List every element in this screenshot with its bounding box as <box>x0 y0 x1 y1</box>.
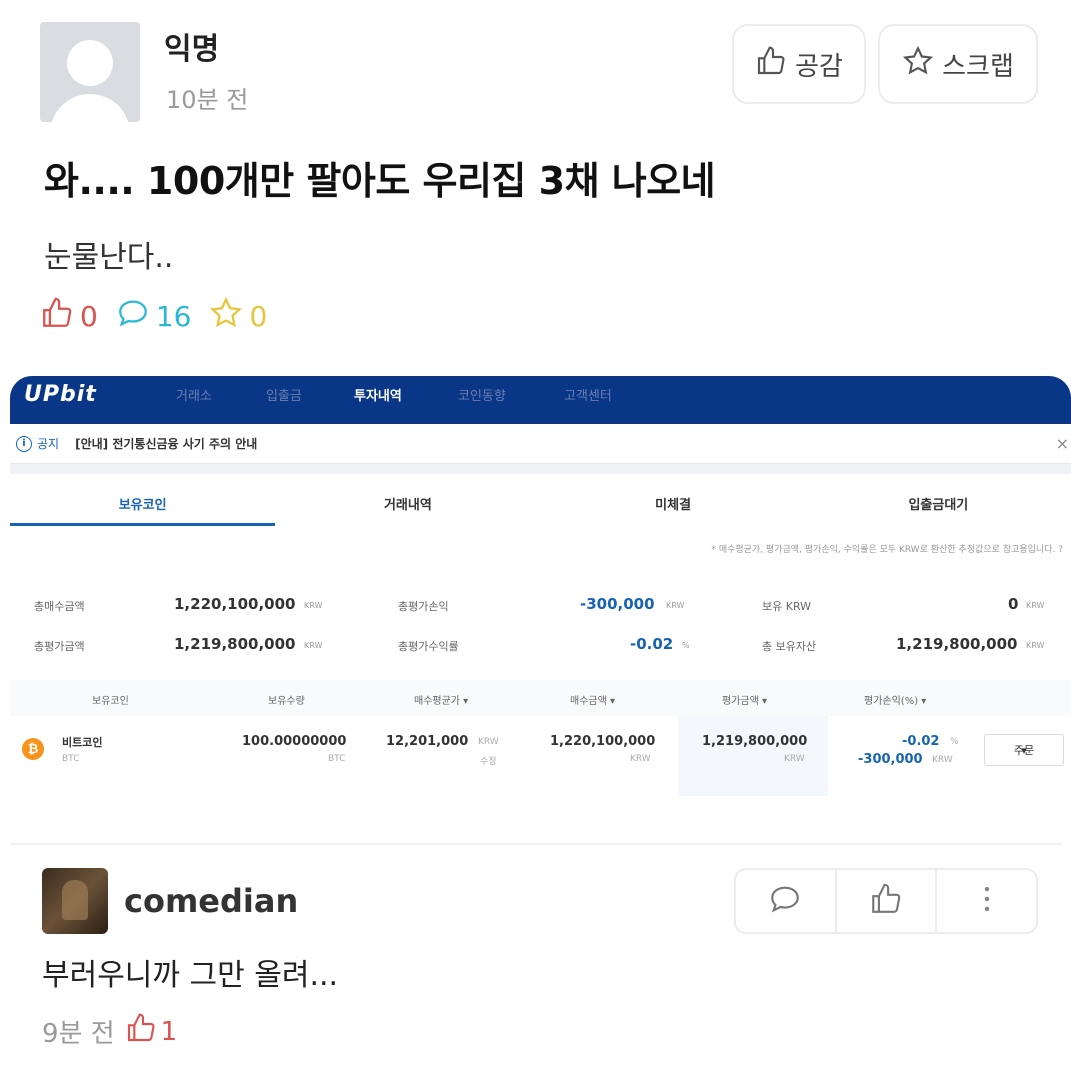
unit-label: KRW <box>1026 641 1045 650</box>
tab-holdings[interactable]: 보유코인 <box>10 474 276 526</box>
commenter-avatar[interactable] <box>42 868 108 934</box>
comment-meta: 9분 전 1 <box>42 1012 177 1051</box>
more-vertical-icon <box>970 882 1004 920</box>
pnl-rate-value: -0.02 <box>630 635 674 653</box>
assets-value: 1,219,800,000 <box>896 635 1018 653</box>
nav-deposit[interactable]: 입출금 <box>266 385 302 404</box>
col-eval-amount[interactable]: 평가금액 ▾ <box>722 692 767 707</box>
comment-like-count: 1 <box>125 1012 178 1051</box>
upbit-header: UPbit 거래소 입출금 투자내역 코인동향 고객센터 <box>10 376 1071 424</box>
scrap-count: 0 <box>209 296 267 337</box>
comment-count-value: 16 <box>155 300 192 333</box>
close-icon[interactable]: × <box>1056 434 1069 453</box>
notice-bar[interactable]: i 공지 [안내] 전기통신금융 사기 주의 안내 × <box>10 424 1071 464</box>
col-qty: 보유수량 <box>268 696 305 707</box>
like-button-label: 공감 <box>795 51 843 82</box>
upbit-screenshot: UPbit 거래소 입출금 투자내역 코인동향 고객센터 i 공지 [안내] 전… <box>10 376 1071 806</box>
comment-actions <box>734 868 1038 934</box>
thumbs-up-icon <box>755 45 787 84</box>
coin-name: 비트코인 <box>62 736 103 749</box>
assets-label: 총 보유자산 <box>762 640 817 653</box>
more-options-button[interactable] <box>937 870 1036 932</box>
star-icon <box>902 45 934 84</box>
nav-exchange[interactable]: 거래소 <box>176 385 212 404</box>
nav-coin-trends[interactable]: 코인동향 <box>458 385 506 404</box>
like-button[interactable]: 공감 <box>732 24 866 104</box>
notice-text: [안내] 전기통신금융 사기 주의 안내 <box>75 437 258 451</box>
thumbs-up-icon <box>40 296 74 337</box>
post-author: 익명 <box>164 32 220 67</box>
thumbs-up-icon <box>869 882 903 920</box>
comment-time: 9분 전 <box>42 1019 115 1049</box>
order-dropdown[interactable]: 주문 ▾ <box>984 734 1064 766</box>
unit-label: KRW <box>304 601 323 610</box>
buy-amount-value: 1,220,100,000 <box>550 734 656 749</box>
total-eval-label: 총평가금액 <box>34 640 85 653</box>
avg-price-value: 12,201,000 <box>386 734 469 749</box>
eval-amount-unit: KRW <box>784 754 805 764</box>
pnl-rate-label: 총평가수익률 <box>398 640 459 653</box>
comment-body: 부러우니까 그만 올려... <box>42 958 339 993</box>
speech-bubble-icon <box>768 882 802 920</box>
col-coin: 보유코인 <box>92 696 129 707</box>
pnl-rate-unit: % <box>950 737 959 747</box>
col-pnl[interactable]: 평가손익(%) ▾ <box>864 692 926 707</box>
notice-label: 공지 <box>37 437 60 451</box>
estimate-note: * 매수평균가, 평가금액, 평가손익, 수익률은 모두 KRW로 환산한 추정… <box>711 545 1063 555</box>
krw-label: 보유 KRW <box>762 600 812 613</box>
thumbs-up-icon <box>125 1012 157 1051</box>
buy-amount-unit: KRW <box>630 754 651 764</box>
like-count: 0 <box>40 296 98 337</box>
qty-value: 100.00000000 <box>242 734 347 749</box>
unit-label: KRW <box>304 641 323 650</box>
chevron-down-icon: ▾ <box>1021 743 1027 757</box>
col-avg-price[interactable]: 매수평균가 ▾ <box>414 692 468 707</box>
bitcoin-icon: ₿ <box>22 738 44 760</box>
nav-support[interactable]: 고객센터 <box>564 385 612 404</box>
tab-history[interactable]: 거래내역 <box>275 474 540 526</box>
post-stats: 0 16 0 <box>40 296 267 337</box>
info-icon: i <box>16 435 32 452</box>
upbit-logo: UPbit <box>24 382 97 407</box>
pnl-value: -300,000 <box>580 595 655 613</box>
speech-bubble-icon <box>116 296 150 337</box>
qty-unit: BTC <box>328 754 346 764</box>
pnl-rate-cell: -0.02 <box>902 734 940 749</box>
unit-label: KRW <box>1026 601 1045 610</box>
reply-button[interactable] <box>736 870 837 932</box>
comment-like-value: 1 <box>160 1016 178 1047</box>
tab-pending[interactable]: 입출금대기 <box>806 474 1071 526</box>
post-body: 눈물난다.. <box>44 240 174 275</box>
pnl-label: 총평가손익 <box>398 600 449 613</box>
avg-price-unit: KRW <box>478 737 499 747</box>
comment-author[interactable]: comedian <box>124 882 298 920</box>
pnl-unit: KRW <box>932 755 953 765</box>
total-buy-value: 1,220,100,000 <box>174 595 296 613</box>
unit-label: KRW <box>666 601 685 610</box>
col-buy-amount[interactable]: 매수금액 ▾ <box>570 692 615 707</box>
anonymous-avatar <box>40 22 140 122</box>
star-icon <box>209 296 243 337</box>
edit-avg-link[interactable]: 수정 <box>480 754 497 767</box>
table-row: ₿ 비트코인 BTC 100.00000000 BTC 12,201,000 K… <box>10 716 1071 796</box>
tab-unfilled[interactable]: 미체결 <box>541 474 806 526</box>
percent-label: % <box>682 641 690 650</box>
krw-value: 0 <box>1008 595 1019 613</box>
post-time: 10분 전 <box>166 86 249 114</box>
comment-count: 16 <box>116 296 192 337</box>
comment-like-button[interactable] <box>837 870 938 932</box>
coin-symbol: BTC <box>62 754 80 764</box>
like-count-value: 0 <box>80 300 98 333</box>
scrap-button[interactable]: 스크랩 <box>878 24 1038 104</box>
scrap-button-label: 스크랩 <box>942 51 1014 82</box>
holdings-table-header: 보유코인 보유수량 매수평균가 ▾ 매수금액 ▾ 평가금액 ▾ 평가손익(%) … <box>10 680 1071 716</box>
scrap-count-value: 0 <box>249 300 268 333</box>
post-title: 와.... 100개만 팔아도 우리집 3채 나오네 <box>44 159 716 203</box>
total-buy-label: 총매수금액 <box>34 600 85 613</box>
total-eval-value: 1,219,800,000 <box>174 635 296 653</box>
eval-amount-value: 1,219,800,000 <box>702 734 808 749</box>
nav-investments[interactable]: 투자내역 <box>354 385 402 404</box>
holdings-tabs: 보유코인 거래내역 미체결 입출금대기 <box>10 474 1071 526</box>
pnl-cell: -300,000 <box>858 752 923 767</box>
